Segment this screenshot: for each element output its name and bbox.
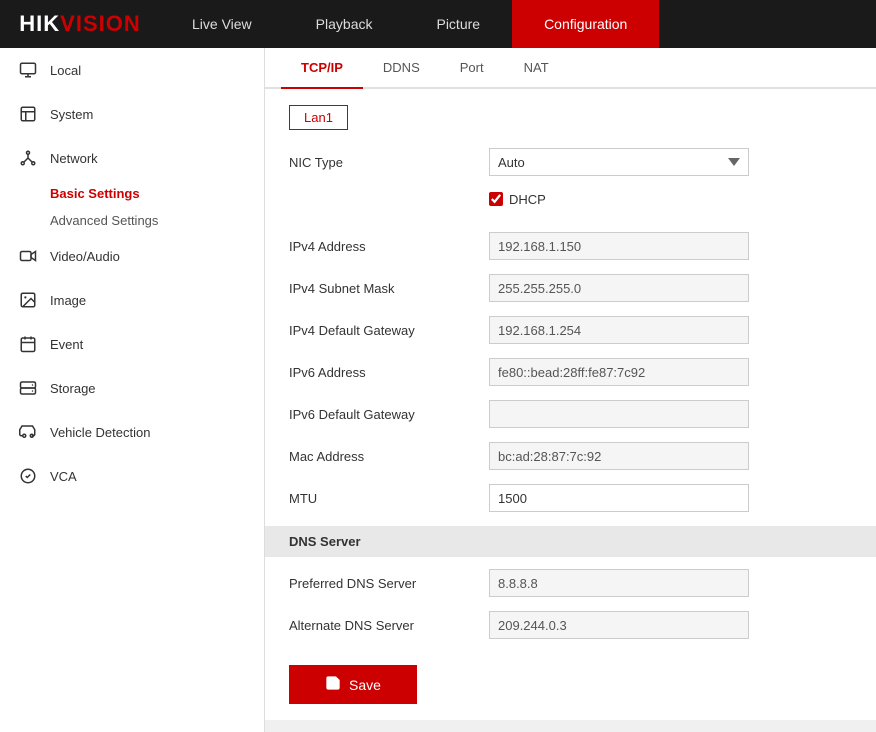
tab-nat[interactable]: NAT [504,48,569,89]
mac-address-row: Mac Address [289,440,852,472]
content-area: TCP/IP DDNS Port NAT Lan1 NIC Type Auto … [265,48,876,732]
mtu-label: MTU [289,491,489,506]
logo-hik: HIK [19,11,60,36]
sidebar-item-vehicle[interactable]: Vehicle Detection [0,410,264,454]
preferred-dns-label: Preferred DNS Server [289,576,489,591]
tab-tcpip[interactable]: TCP/IP [281,48,363,89]
dhcp-row: DHCP [489,188,852,220]
sidebar-item-local[interactable]: Local [0,48,264,92]
ipv6-gateway-input[interactable] [489,400,749,428]
ipv4-address-label: IPv4 Address [289,239,489,254]
sidebar-storage-label: Storage [50,381,96,396]
sidebar-item-video-audio[interactable]: Video/Audio [0,234,264,278]
main-layout: Local System Network Basic Settings Adva… [0,48,876,732]
dhcp-label: DHCP [509,192,546,207]
alternate-dns-row: Alternate DNS Server [289,609,852,641]
logo: HIKVISION [0,11,160,37]
sidebar-item-network[interactable]: Network [0,136,264,180]
nav-configuration[interactable]: Configuration [512,0,659,48]
mtu-input[interactable] [489,484,749,512]
sidebar-sub-basic-settings[interactable]: Basic Settings [0,180,264,207]
system-icon [16,102,40,126]
ipv4-subnet-label: IPv4 Subnet Mask [289,281,489,296]
logo-vision: VISION [60,11,141,36]
tab-ddns[interactable]: DDNS [363,48,440,89]
sidebar-item-storage[interactable]: Storage [0,366,264,410]
ipv6-address-row: IPv6 Address [289,356,852,388]
nic-type-label: NIC Type [289,155,489,170]
network-icon [16,146,40,170]
sidebar-local-label: Local [50,63,81,78]
monitor-icon [16,58,40,82]
dns-section-header: DNS Server [265,526,876,557]
ipv4-subnet-input[interactable] [489,274,749,302]
nav-picture[interactable]: Picture [404,0,512,48]
ipv6-address-label: IPv6 Address [289,365,489,380]
save-section: Save [289,665,852,704]
nav-liveview[interactable]: Live View [160,0,284,48]
sidebar-vehicle-label: Vehicle Detection [50,425,150,440]
sidebar-vca-label: VCA [50,469,77,484]
vca-icon [16,464,40,488]
sidebar-video-label: Video/Audio [50,249,120,264]
mac-address-label: Mac Address [289,449,489,464]
sidebar-system-label: System [50,107,93,122]
sidebar: Local System Network Basic Settings Adva… [0,48,265,732]
nic-type-select[interactable]: Auto 10M Half-dup 10M Full-dup 100M Half… [489,148,749,176]
lan-button[interactable]: Lan1 [289,105,348,130]
form-area: Lan1 NIC Type Auto 10M Half-dup 10M Full… [265,89,876,720]
sidebar-item-system[interactable]: System [0,92,264,136]
sidebar-item-event[interactable]: Event [0,322,264,366]
ipv4-gateway-label: IPv4 Default Gateway [289,323,489,338]
sidebar-image-label: Image [50,293,86,308]
logo-text: HIKVISION [19,11,140,37]
ipv4-subnet-row: IPv4 Subnet Mask [289,272,852,304]
save-icon [325,675,341,694]
mac-address-input[interactable] [489,442,749,470]
ipv4-gateway-input[interactable] [489,316,749,344]
event-icon [16,332,40,356]
alternate-dns-label: Alternate DNS Server [289,618,489,633]
ipv4-gateway-row: IPv4 Default Gateway [289,314,852,346]
ipv6-address-input[interactable] [489,358,749,386]
ipv6-gateway-row: IPv6 Default Gateway [289,398,852,430]
nav-playback[interactable]: Playback [284,0,405,48]
dhcp-checkbox[interactable] [489,192,503,206]
mtu-row: MTU [289,482,852,514]
preferred-dns-input[interactable] [489,569,749,597]
top-navigation: HIKVISION Live View Playback Picture Con… [0,0,876,48]
vehicle-icon [16,420,40,444]
ipv4-address-row: IPv4 Address [289,230,852,262]
sidebar-network-label: Network [50,151,98,166]
nav-items: Live View Playback Picture Configuration [160,0,876,48]
save-label: Save [349,677,381,693]
sidebar-event-label: Event [50,337,83,352]
save-button[interactable]: Save [289,665,417,704]
nic-type-row: NIC Type Auto 10M Half-dup 10M Full-dup … [289,146,852,178]
dhcp-checkbox-row: DHCP [489,192,546,207]
ipv4-address-input[interactable] [489,232,749,260]
tab-bar: TCP/IP DDNS Port NAT [265,48,876,89]
sidebar-item-image[interactable]: Image [0,278,264,322]
preferred-dns-row: Preferred DNS Server [289,567,852,599]
video-icon [16,244,40,268]
alternate-dns-input[interactable] [489,611,749,639]
sidebar-item-vca[interactable]: VCA [0,454,264,498]
sidebar-sub-advanced-settings[interactable]: Advanced Settings [0,207,264,234]
image-icon [16,288,40,312]
ipv6-gateway-label: IPv6 Default Gateway [289,407,489,422]
tab-port[interactable]: Port [440,48,504,89]
storage-icon [16,376,40,400]
